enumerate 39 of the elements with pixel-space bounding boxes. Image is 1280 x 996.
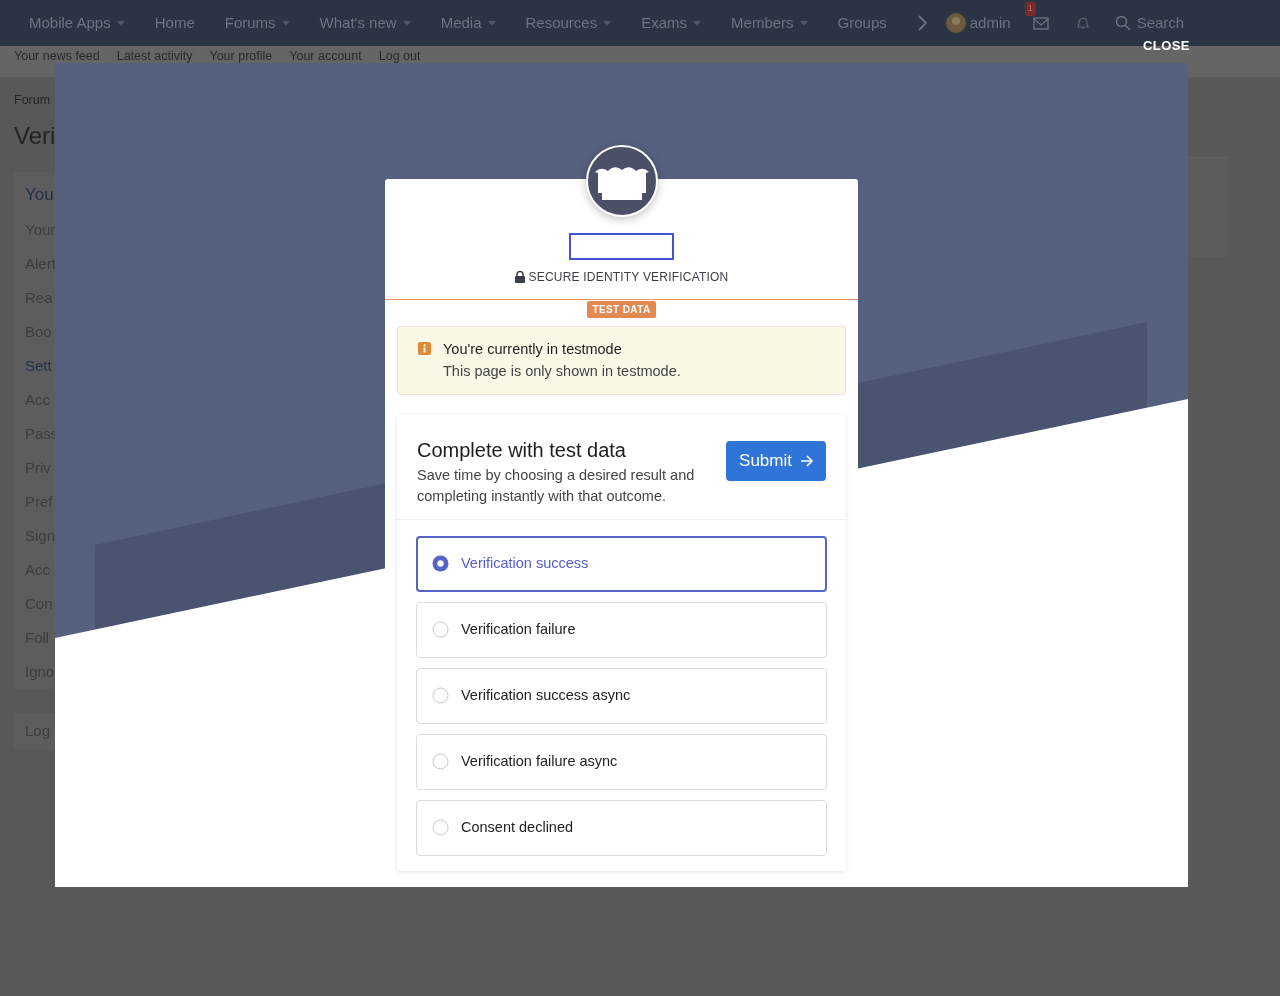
radio-option[interactable]: Consent declined xyxy=(416,799,827,856)
secure-label: SECURE IDENTITY VERIFICATION xyxy=(528,269,729,286)
panel-title: Complete with test data xyxy=(417,437,627,463)
nav-item[interactable]: What's new xyxy=(319,11,411,35)
chevron-right-icon xyxy=(916,15,928,31)
nav-item[interactable]: Groups xyxy=(837,11,887,35)
info-icon xyxy=(418,342,431,355)
nav-item[interactable]: Exams xyxy=(641,11,702,35)
search-button[interactable]: Search xyxy=(1114,11,1185,35)
alert-title: You're currently in testmode xyxy=(443,340,623,359)
bell-icon xyxy=(1076,17,1089,29)
radio-option[interactable]: Verification failure xyxy=(416,601,827,658)
nav-item[interactable]: Media xyxy=(440,11,496,35)
nav-item[interactable]: Mobile Apps xyxy=(29,11,125,35)
nav-item[interactable]: Home xyxy=(154,11,195,35)
mail-icon xyxy=(1032,17,1049,31)
subnav-link[interactable]: Your profile xyxy=(209,50,273,63)
subnav-link[interactable]: Latest activity xyxy=(116,50,193,63)
radio-option[interactable]: Verification success async xyxy=(416,667,827,724)
radio-option[interactable]: Verification success xyxy=(416,535,827,592)
nav-item[interactable]: Members xyxy=(731,11,808,35)
subnav-link[interactable]: Your account xyxy=(289,50,362,63)
count-badge: 1 xyxy=(1024,2,1036,16)
lock-icon xyxy=(514,271,525,283)
submit-button[interactable]: Submit xyxy=(726,440,826,481)
radio-option[interactable]: Verification failure async xyxy=(416,733,827,790)
search-icon xyxy=(1114,15,1131,31)
alert-text: This page is only shown in testmode. xyxy=(443,361,681,381)
user-menu[interactable]: admin xyxy=(969,11,1011,35)
nav-item[interactable]: Forums xyxy=(224,11,290,35)
close-button[interactable]: CLOSE xyxy=(1143,36,1190,56)
nav-item[interactable]: Resources xyxy=(525,11,612,35)
id-field[interactable] xyxy=(569,233,674,260)
subnav-link[interactable]: Log out xyxy=(378,50,421,63)
panel-description: Save time by choosing a desired result and completing instantly with that outcome. xyxy=(417,465,696,506)
test-data-badge: TEST DATA xyxy=(587,301,656,318)
arrow-right-icon xyxy=(800,453,813,468)
avatar-icon xyxy=(945,13,966,33)
subnav-link[interactable]: Your news feed xyxy=(14,50,100,63)
